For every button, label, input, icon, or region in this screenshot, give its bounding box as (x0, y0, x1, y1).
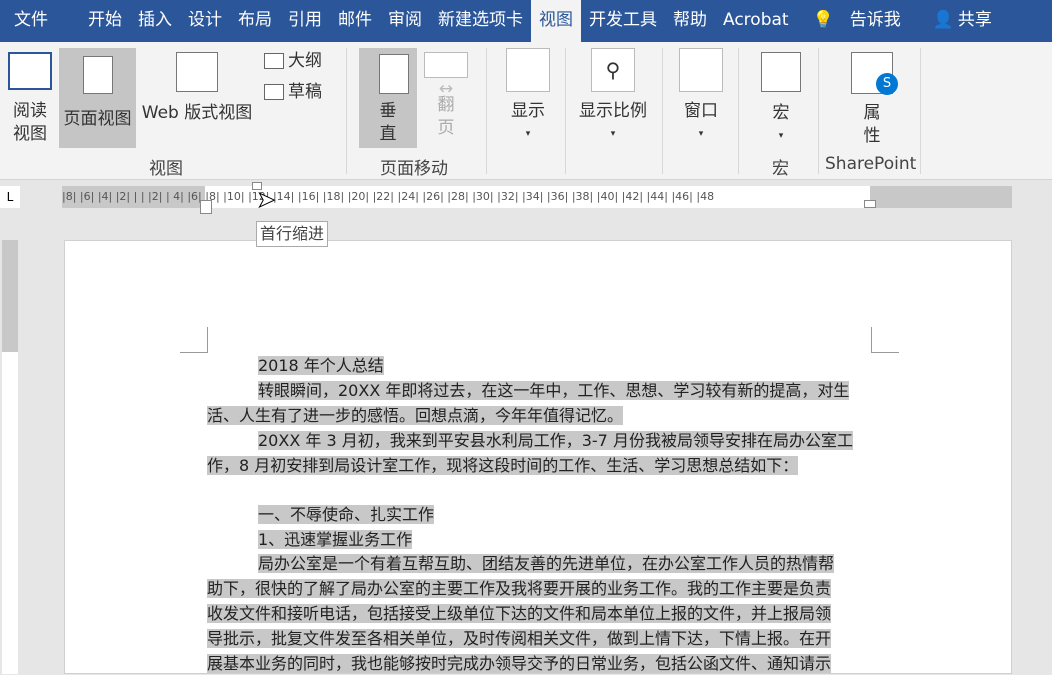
tab-layout[interactable]: 布局 (230, 0, 280, 42)
show-icon (506, 48, 550, 92)
chevron-down-icon: ▾ (674, 123, 728, 146)
ribbon: 阅读 视图 页面视图 Web 版式视图 大纲 草稿 视图 垂 直 ↔ 翻 页 页… (0, 42, 1052, 180)
tooltip: 首行缩进 (256, 221, 328, 247)
web-page-icon (176, 52, 218, 92)
chevron-down-icon: ▾ (754, 125, 808, 148)
side-to-side-icon (424, 52, 468, 78)
margin-corner (871, 327, 872, 353)
vertical-button[interactable]: 垂 直 (359, 48, 417, 148)
document-line: 2018 年个人总结 (258, 354, 384, 377)
mouse-cursor-icon: ➤ (257, 188, 275, 213)
document-line: 局办公室是一个有着互帮互助、团结友善的先进单位，在办公室工作人员的热情帮 (258, 552, 834, 575)
document-line: 20XX 年 3 月初，我来到平安县水利局工作，3-7 月份我被局领导安排在局办… (258, 429, 853, 452)
vertical-scroll-icon (379, 54, 409, 94)
selected-text: 展基本业务的同时，我也能够按时完成办领导交予的日常业务，包括公函文件、通知请示 (207, 654, 831, 673)
chevron-down-icon: ▾ (574, 123, 652, 146)
margin-corner (180, 352, 208, 353)
book-icon (8, 52, 52, 90)
divider (738, 48, 739, 174)
selected-text: 作，8 月初安排到局设计室工作，现将这段时间的工作、生活、学习思想总结如下： (207, 456, 798, 475)
print-layout-button[interactable]: 页面视图 (59, 48, 136, 148)
sharepoint-icon: S (851, 52, 893, 94)
group-label-views: 视图 (149, 154, 183, 179)
document-line: 助下，很快的了解了局办公室的主要工作及我将要开展的业务工作。我的工作主要是负责 (207, 577, 831, 600)
window-icon (679, 48, 723, 92)
left-indent-marker[interactable] (200, 200, 212, 214)
divider (486, 48, 487, 174)
selected-text: 20XX 年 3 月初，我来到平安县水利局工作，3-7 月份我被局领导安排在局办… (258, 431, 853, 450)
tab-mailings[interactable]: 邮件 (330, 0, 380, 42)
group-label-page-movement: 页面移动 (380, 154, 448, 179)
margin-corner (871, 352, 899, 353)
selected-text: 导批示，批复文件发至各相关单位，及时传阅相关文件，做到上情下达，下情上报。在开 (207, 629, 831, 648)
vertical-ruler[interactable] (2, 240, 18, 674)
tab-selector[interactable]: L (0, 186, 20, 208)
zoom-button[interactable]: ⚲ 显示比例 ▾ (574, 48, 652, 146)
window-button[interactable]: 窗口 ▾ (674, 48, 728, 146)
web-layout-button[interactable]: Web 版式视图 (138, 52, 256, 125)
horizontal-ruler[interactable]: |8| |6| |4| |2| | | |2| | 4| |6| |8| |10… (62, 186, 1012, 208)
ribbon-tabs: 文件 开始 插入 设计 布局 引用 邮件 审阅 新建选项卡 视图 开发工具 帮助… (0, 0, 1052, 42)
outline-button[interactable]: 大纲 (264, 50, 322, 73)
document-line: 展基本业务的同时，我也能够按时完成办领导交予的日常业务，包括公函文件、通知请示 (207, 652, 831, 675)
document-line: 1、迅速掌握业务工作 (258, 528, 412, 551)
group-label-macros: 宏 (772, 154, 789, 179)
selected-text: 助下，很快的了解了局办公室的主要工作及我将要开展的业务工作。我的工作主要是负责 (207, 579, 831, 598)
selected-text: 一、不辱使命、扎实工作 (258, 505, 434, 524)
user-icon[interactable]: 👤 (931, 0, 956, 42)
tab-new-tab[interactable]: 新建选项卡 (430, 0, 531, 42)
read-mode-button[interactable]: 阅读 视图 (4, 52, 56, 146)
divider (662, 48, 663, 174)
selected-text: 收发文件和接听电话，包括接受上级单位下达的文件和局本单位上报的文件，并上报局领 (207, 604, 831, 623)
macros-button[interactable]: 宏 ▾ (754, 52, 808, 148)
draft-button[interactable]: 草稿 (264, 81, 322, 104)
tab-home[interactable]: 开始 (80, 0, 130, 42)
document-line: 转眼瞬间，20XX 年即将过去，在这一年中，工作、思想、学习较有新的提高，对生 (258, 379, 849, 402)
document-line: 导批示，批复文件发至各相关单位，及时传阅相关文件，做到上情下达，下情上报。在开 (207, 627, 831, 650)
margin-corner (207, 327, 208, 353)
tab-developer[interactable]: 开发工具 (581, 0, 665, 42)
selected-text: 活、人生有了进一步的感悟。回想点滴，今年年值得记忆。 (207, 406, 623, 425)
selected-text: 局办公室是一个有着互帮互助、团结友善的先进单位，在办公室工作人员的热情帮 (258, 554, 834, 573)
tab-design[interactable]: 设计 (180, 0, 230, 42)
document-line: 一、不辱使命、扎实工作 (258, 503, 434, 526)
tab-help[interactable]: 帮助 (665, 0, 715, 42)
lightbulb-icon[interactable]: 💡 (805, 0, 842, 42)
selected-text: 转眼瞬间，20XX 年即将过去，在这一年中，工作、思想、学习较有新的提高，对生 (258, 381, 849, 400)
page-icon (83, 56, 113, 94)
macro-icon (761, 52, 801, 92)
tab-file[interactable]: 文件 (0, 0, 62, 42)
document-line: 活、人生有了进一步的感悟。回想点滴，今年年值得记忆。 (207, 404, 623, 427)
tell-me-search[interactable]: 告诉我 (842, 0, 909, 42)
show-button[interactable]: 显示 ▾ (500, 48, 556, 146)
right-indent-marker[interactable] (864, 200, 876, 208)
share-button[interactable]: 共享 (956, 0, 994, 42)
selected-text: 1、迅速掌握业务工作 (258, 530, 412, 549)
ruler-ticks: |8| |6| |4| |2| | | |2| | 4| |6| |8| |10… (62, 190, 714, 203)
chevron-down-icon: ▾ (500, 123, 556, 146)
draft-icon (264, 84, 284, 100)
side-to-side-button[interactable]: ↔ 翻 页 (420, 52, 472, 140)
document-line: 作，8 月初安排到局设计室工作，现将这段时间的工作、生活、学习思想总结如下： (207, 454, 798, 477)
tab-acrobat[interactable]: Acrobat (715, 0, 797, 42)
outline-icon (264, 53, 284, 69)
tab-view[interactable]: 视图 (531, 0, 581, 42)
properties-button[interactable]: S 属 性 (846, 52, 898, 148)
document-line: 收发文件和接听电话，包括接受上级单位下达的文件和局本单位上报的文件，并上报局领 (207, 602, 831, 625)
selected-text: 2018 年个人总结 (258, 356, 384, 375)
tab-review[interactable]: 审阅 (380, 0, 430, 42)
divider (346, 48, 347, 174)
group-label-sharepoint: SharePoint (825, 154, 916, 174)
divider (920, 48, 921, 174)
tab-references[interactable]: 引用 (280, 0, 330, 42)
tab-insert[interactable]: 插入 (130, 0, 180, 42)
magnifier-icon: ⚲ (591, 48, 635, 92)
divider (818, 48, 819, 174)
divider (565, 48, 566, 174)
